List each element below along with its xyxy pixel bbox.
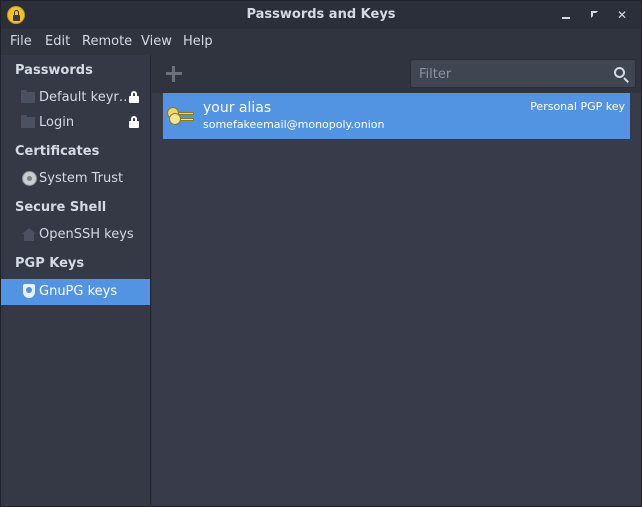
close-icon: ✕ bbox=[616, 8, 628, 22]
folder-icon bbox=[21, 90, 35, 103]
sidebar-item-system-trust[interactable]: System Trust bbox=[1, 166, 150, 192]
key-list: your alias somefakeemail@monopoly.onion … bbox=[161, 93, 632, 497]
sidebar-item-label: GnuPG keys bbox=[39, 284, 118, 299]
certificate-icon bbox=[22, 171, 37, 186]
title-bar[interactable]: Passwords and Keys ✕ bbox=[1, 1, 641, 29]
sidebar-item-label: Login bbox=[39, 115, 75, 130]
sidebar-item-default-keyring[interactable]: Default keyr… bbox=[1, 85, 150, 111]
sidebar-item-login[interactable]: Login bbox=[1, 110, 150, 136]
search-icon[interactable] bbox=[614, 67, 625, 78]
close-button[interactable]: ✕ bbox=[613, 6, 631, 24]
key-email: somefakeemail@monopoly.onion bbox=[203, 118, 385, 131]
sidebar-item-label: System Trust bbox=[39, 171, 124, 186]
menu-edit[interactable]: Edit bbox=[45, 34, 70, 49]
sidebar-header-passwords: Passwords bbox=[15, 63, 93, 78]
minimize-button[interactable] bbox=[558, 6, 576, 24]
sidebar-header-certificates: Certificates bbox=[15, 144, 100, 159]
menu-help[interactable]: Help bbox=[183, 34, 213, 49]
lock-icon bbox=[129, 91, 139, 103]
shield-icon bbox=[23, 284, 35, 298]
home-icon bbox=[22, 228, 36, 241]
menu-remote[interactable]: Remote bbox=[82, 34, 132, 49]
menu-view[interactable]: View bbox=[141, 34, 172, 49]
filter-search-box[interactable] bbox=[410, 59, 636, 88]
sidebar-header-pgp-keys: PGP Keys bbox=[15, 256, 85, 271]
key-icon bbox=[167, 105, 195, 127]
sidebar-item-gnupg-keys[interactable]: GnuPG keys bbox=[1, 279, 150, 305]
sidebar-item-openssh-keys[interactable]: OpenSSH keys bbox=[1, 222, 150, 248]
menu-bar: File Edit Remote View Help bbox=[1, 29, 641, 55]
key-row[interactable]: your alias somefakeemail@monopoly.onion … bbox=[163, 93, 630, 139]
sidebar-item-label: Default keyr… bbox=[39, 90, 132, 105]
minimize-icon bbox=[562, 17, 570, 19]
sidebar-item-label: OpenSSH keys bbox=[39, 227, 134, 242]
window-title: Passwords and Keys bbox=[246, 7, 396, 22]
toolbar bbox=[152, 55, 641, 93]
maximize-icon bbox=[591, 11, 598, 18]
key-name: your alias bbox=[203, 100, 272, 116]
key-type: Personal PGP key bbox=[530, 100, 625, 113]
filter-input[interactable] bbox=[419, 65, 599, 83]
main-panel: your alias somefakeemail@monopoly.onion … bbox=[152, 55, 641, 506]
lock-icon bbox=[129, 116, 139, 128]
folder-icon bbox=[21, 115, 35, 128]
sidebar: Passwords Default keyr… Login Certificat… bbox=[1, 55, 151, 506]
add-button[interactable] bbox=[164, 63, 186, 85]
passwords-and-keys-window: Passwords and Keys ✕ File Edit Remote Vi… bbox=[0, 0, 642, 507]
maximize-button[interactable] bbox=[586, 6, 604, 24]
sidebar-header-secure-shell: Secure Shell bbox=[15, 200, 107, 215]
menu-file[interactable]: File bbox=[10, 34, 32, 49]
